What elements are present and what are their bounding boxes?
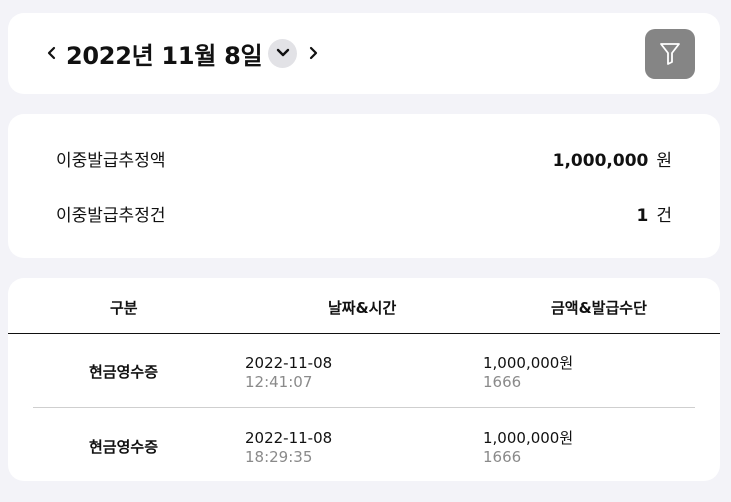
table-header: 구분 날짜&시간 금액&발급수단 [8, 278, 720, 334]
chevron-right-icon[interactable] [303, 38, 323, 68]
amount-cell: 1,000,000원 1666 [483, 429, 573, 467]
estimated-count-value-group: 1건 [637, 201, 672, 226]
estimated-count-value: 1 [636, 205, 649, 226]
column-header-datetime: 날짜&시간 [328, 299, 397, 317]
table-row[interactable]: 현금영수증 2022-11-08 18:29:35 1,000,000원 166… [33, 409, 695, 483]
receipt-date: 2022-11-08 [245, 429, 333, 447]
estimated-amount-value-group: 1,000,000 원 [553, 146, 672, 171]
receipt-date: 2022-11-08 [245, 354, 333, 372]
date-dropdown-button[interactable] [268, 38, 298, 68]
estimated-amount-unit: 원 [656, 150, 672, 171]
column-header-type: 구분 [110, 299, 138, 317]
estimated-count-unit: 건 [656, 205, 672, 226]
estimated-amount-value: 1,000,000 [552, 150, 649, 171]
table-row[interactable]: 현금영수증 2022-11-08 12:41:07 1,000,000원 166… [33, 334, 695, 408]
estimated-count-row: 이중발급추정건 1건 [56, 201, 672, 226]
receipt-time: 18:29:35 [245, 448, 313, 466]
receipt-table-card: 구분 날짜&시간 금액&발급수단 현금영수증 2022-11-08 12:41:… [8, 278, 720, 481]
summary-card: 이중발급추정액 1,000,000 원 이중발급추정건 1건 [8, 114, 720, 258]
estimated-amount-label: 이중발급추정액 [56, 150, 166, 171]
chevron-down-icon [276, 48, 289, 57]
receipt-amount: 1,000,000원 [483, 354, 574, 372]
receipt-time: 12:41:07 [245, 373, 313, 391]
filter-button[interactable] [645, 29, 695, 79]
receipt-type: 현금영수증 [89, 363, 159, 381]
amount-cell: 1,000,000원 1666 [483, 354, 573, 392]
datetime-cell: 2022-11-08 12:41:07 [245, 354, 332, 392]
receipt-type: 현금영수증 [89, 438, 159, 456]
estimated-amount-row: 이중발급추정액 1,000,000 원 [56, 146, 672, 171]
receipt-method: 1666 [483, 448, 522, 466]
estimated-count-label: 이중발급추정건 [56, 205, 166, 226]
datetime-cell: 2022-11-08 18:29:35 [245, 429, 332, 467]
date-header-card: 2022년 11월 8일 [8, 13, 720, 94]
selected-date-title: 2022년 11월 8일 [66, 41, 263, 70]
date-navigation: 2022년 11월 8일 [42, 35, 323, 71]
filter-icon [660, 43, 680, 65]
column-header-amount-method: 금액&발급수단 [551, 299, 647, 317]
chevron-left-icon[interactable] [42, 38, 62, 68]
receipt-method: 1666 [483, 373, 522, 391]
receipt-amount: 1,000,000원 [483, 429, 574, 447]
